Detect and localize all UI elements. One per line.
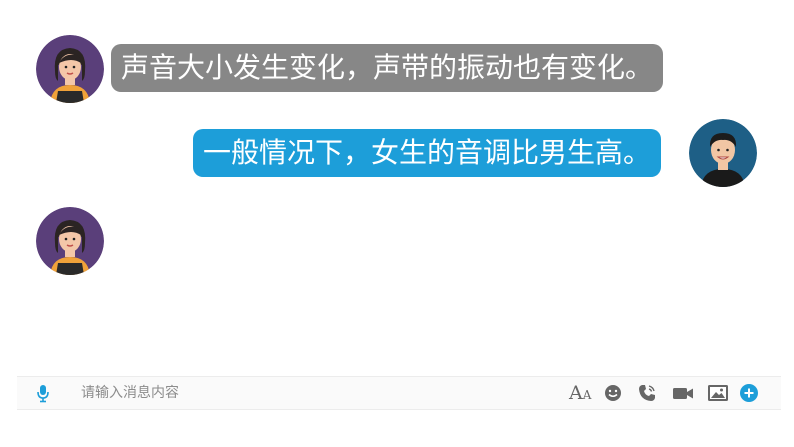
add-icon[interactable] xyxy=(737,381,761,405)
female-avatar[interactable] xyxy=(36,207,104,275)
message-bubble-sent[interactable]: 一般情况下，女生的音调比男生高。 xyxy=(193,129,662,177)
image-icon[interactable] xyxy=(706,381,730,405)
emoji-icon[interactable] xyxy=(601,381,625,405)
male-avatar[interactable] xyxy=(689,119,757,187)
font-glyph-large: A xyxy=(569,382,583,404)
voice-call-icon[interactable] xyxy=(635,381,659,405)
message-bubble-received[interactable]: 声音大小发生变化，声带的振动也有变化。 xyxy=(111,44,664,92)
message-input[interactable]: 请输入消息内容 xyxy=(81,384,179,402)
message-input-bar: 请输入消息内容 AA xyxy=(17,376,781,410)
female-avatar[interactable] xyxy=(36,35,104,103)
mic-icon[interactable] xyxy=(32,382,54,404)
font-glyph-small: A xyxy=(582,388,592,402)
font-size-icon[interactable]: AA xyxy=(569,381,591,407)
video-call-icon[interactable] xyxy=(671,381,695,405)
